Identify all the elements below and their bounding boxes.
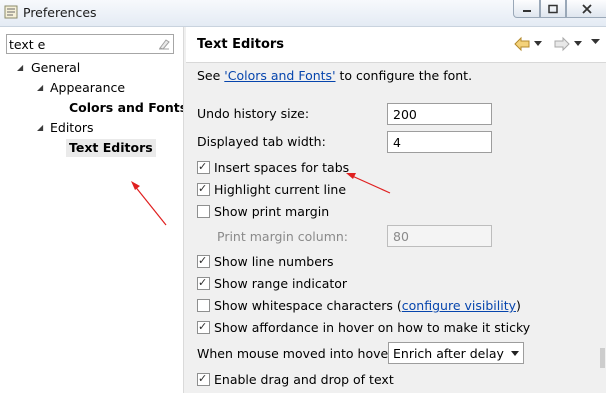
preference-tree-panel: ◢ General ◢ Appearance Colors and Fonts … <box>0 27 187 393</box>
affordance-label: Show affordance in hover on how to make … <box>214 320 531 335</box>
undo-history-value: 200 <box>393 107 417 122</box>
line-numbers-check-icon[interactable] <box>197 253 210 269</box>
general-expand-icon[interactable]: ◢ <box>17 59 23 77</box>
window-title: Preferences <box>23 5 97 20</box>
range-indicator-check-icon[interactable] <box>197 275 210 291</box>
forward-dropdown-icon[interactable] <box>574 41 582 57</box>
range-indicator-checkbox[interactable]: Show range indicator <box>197 275 348 292</box>
highlight-line-check-icon[interactable] <box>197 181 210 197</box>
annotation-arrow-icon <box>131 181 167 226</box>
filter-input[interactable] <box>9 36 149 52</box>
appearance-expand-icon[interactable]: ◢ <box>37 79 43 97</box>
page-title: Text Editors <box>197 37 285 52</box>
chevron-down-icon <box>511 351 519 356</box>
vertical-scrollbar[interactable] <box>598 63 606 393</box>
editors-expand-icon[interactable]: ◢ <box>37 119 43 137</box>
print-margin-label: Show print margin <box>214 204 330 219</box>
tree-item-editors[interactable]: Editors <box>50 119 94 137</box>
whitespace-checkbox[interactable]: Show whitespace characters (configure vi… <box>197 298 521 314</box>
maximize-icon <box>548 4 558 13</box>
insert-spaces-check-icon[interactable] <box>197 159 210 175</box>
print-margin-column-input: 80 <box>387 225 492 247</box>
hover-mode-select[interactable]: Enrich after delay <box>388 342 524 364</box>
preference-page-panel: Text Editors See 'Colors and Fonts' to c… <box>186 27 606 393</box>
font-hint: See 'Colors and Fonts' to configure the … <box>197 68 472 84</box>
filter-field[interactable] <box>6 34 174 54</box>
annotation-arrow-icon <box>346 173 391 194</box>
close-button[interactable] <box>566 0 606 18</box>
colors-and-fonts-link[interactable]: 'Colors and Fonts' <box>224 68 335 83</box>
range-indicator-label: Show range indicator <box>214 276 348 291</box>
insert-spaces-checkbox[interactable]: Insert spaces for tabs <box>197 159 350 176</box>
scrollbar-thumb[interactable] <box>600 348 605 368</box>
print-margin-checkbox[interactable]: Show print margin <box>197 204 329 220</box>
close-icon <box>581 3 592 14</box>
tree-item-colors-and-fonts[interactable]: Colors and Fonts <box>69 99 187 117</box>
hover-mode-value: Enrich after delay <box>393 346 504 361</box>
configure-visibility-link[interactable]: configure visibility <box>402 298 516 313</box>
drag-drop-label: Enable drag and drop of text <box>214 372 394 387</box>
affordance-check-icon[interactable] <box>197 319 210 335</box>
preferences-app-icon <box>4 5 18 19</box>
font-hint-suffix: to configure the font. <box>335 68 473 83</box>
whitespace-label: Show whitespace characters ( <box>214 298 402 313</box>
back-arrow-icon[interactable] <box>514 36 530 52</box>
print-margin-column-label: Print margin column: <box>217 229 349 244</box>
line-numbers-checkbox[interactable]: Show line numbers <box>197 253 334 270</box>
hover-label: When mouse moved into hover: <box>197 346 398 361</box>
title-bar: Preferences <box>0 0 606 27</box>
affordance-checkbox[interactable]: Show affordance in hover on how to make … <box>197 319 531 336</box>
maximize-button[interactable] <box>540 0 566 18</box>
print-margin-check-icon[interactable] <box>197 205 210 218</box>
undo-history-label: Undo history size: <box>197 106 310 121</box>
tab-width-value: 4 <box>393 135 401 150</box>
tab-width-input[interactable]: 4 <box>387 131 492 153</box>
forward-arrow-icon[interactable] <box>554 36 570 52</box>
minimize-icon <box>522 9 531 12</box>
whitespace-check-icon[interactable] <box>197 299 210 312</box>
drag-drop-checkbox[interactable]: Enable drag and drop of text <box>197 371 394 388</box>
tab-width-label: Displayed tab width: <box>197 134 326 149</box>
highlight-line-checkbox[interactable]: Highlight current line <box>197 181 347 198</box>
undo-history-input[interactable]: 200 <box>387 103 492 125</box>
tree-item-text-editors[interactable]: Text Editors <box>66 139 156 157</box>
back-dropdown-icon[interactable] <box>534 41 542 57</box>
page-header: Text Editors <box>186 27 606 63</box>
clear-filter-icon[interactable] <box>158 38 170 50</box>
line-numbers-label: Show line numbers <box>214 254 334 269</box>
tree-item-appearance[interactable]: Appearance <box>50 79 125 97</box>
page-content: See 'Colors and Fonts' to configure the … <box>186 63 598 393</box>
view-menu-icon[interactable] <box>591 39 601 55</box>
insert-spaces-label: Insert spaces for tabs <box>214 160 350 175</box>
tree-item-general[interactable]: General <box>31 59 80 77</box>
print-margin-column-value: 80 <box>393 229 409 244</box>
minimize-button[interactable] <box>513 0 540 18</box>
font-hint-prefix: See <box>197 68 225 83</box>
drag-drop-check-icon[interactable] <box>197 371 210 387</box>
highlight-line-label: Highlight current line <box>214 182 347 197</box>
whitespace-suffix: ) <box>516 298 521 313</box>
